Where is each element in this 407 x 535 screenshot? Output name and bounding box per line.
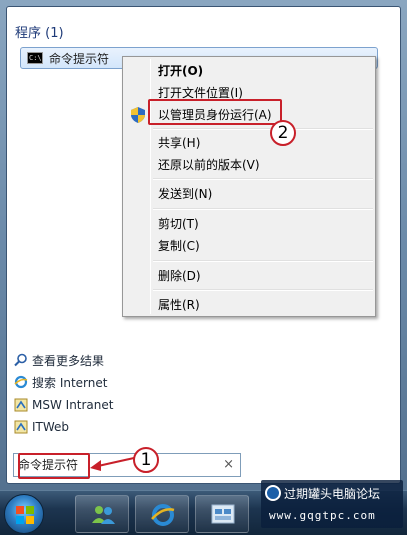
intranet-icon (14, 398, 28, 412)
link-msw-intranet[interactable]: MSW Intranet (14, 396, 113, 414)
watermark-title: 过期罐头电脑论坛 (284, 487, 381, 501)
people-icon (92, 506, 115, 524)
menu-separator (153, 260, 373, 262)
forum-logo-icon (265, 485, 281, 501)
context-menu: 打开(O) 打开文件位置(I) 以管理员身份运行(A) 共享(H) 还原以前的版… (122, 56, 376, 317)
link-label: MSW Intranet (32, 398, 114, 412)
link-label: 查看更多结果 (32, 353, 105, 368)
callout-2: 2 (270, 120, 296, 146)
menu-item-label: 打开(O) (158, 64, 204, 78)
menu-item-open[interactable]: 打开(O) (125, 60, 373, 82)
taskbar-app-button[interactable] (195, 495, 249, 533)
web-icon (14, 420, 28, 434)
highlight-run-as-admin (148, 99, 282, 125)
link-label: 搜索 Internet (32, 375, 108, 390)
menu-separator (153, 289, 373, 291)
menu-item-label: 发送到(N) (158, 187, 213, 201)
menu-item-cut[interactable]: 剪切(T) (125, 213, 373, 235)
arrow-pointer-icon (90, 457, 135, 471)
search-icon (14, 353, 27, 367)
link-see-more-results[interactable]: 查看更多结果 (14, 351, 104, 369)
ie-icon (14, 375, 28, 389)
menu-separator (153, 208, 373, 210)
menu-item-label: 打开文件位置(I) (158, 86, 243, 100)
result-label: 命令提示符 (49, 51, 110, 66)
menu-item-label: 删除(D) (158, 269, 201, 283)
cmd-icon: C:\ (27, 52, 43, 64)
menu-item-delete[interactable]: 删除(D) (125, 265, 373, 287)
link-search-internet[interactable]: 搜索 Internet (14, 373, 107, 391)
windows-logo-icon (16, 506, 34, 524)
watermark: 过期罐头电脑论坛 www.gqgtpc.com (261, 480, 403, 528)
menu-item-label: 复制(C) (158, 239, 200, 253)
menu-separator (153, 128, 373, 130)
menu-item-label: 还原以前的版本(V) (158, 158, 260, 172)
highlight-search-text (18, 453, 90, 479)
link-label: ITWeb (32, 420, 70, 434)
menu-item-restore-versions[interactable]: 还原以前的版本(V) (125, 154, 373, 176)
menu-item-send-to[interactable]: 发送到(N) (125, 183, 373, 205)
menu-item-share[interactable]: 共享(H) (125, 132, 373, 154)
watermark-url: www.gqgtpc.com (269, 509, 376, 522)
menu-item-properties[interactable]: 属性(R) (125, 294, 373, 316)
programs-header: 程序 (1) (15, 26, 64, 41)
menu-item-label: 剪切(T) (158, 217, 199, 231)
window-icon (211, 504, 235, 524)
link-itweb[interactable]: ITWeb (14, 418, 69, 436)
taskbar-ie-button[interactable] (135, 495, 189, 533)
menu-item-label: 属性(R) (158, 298, 200, 312)
clear-search-icon[interactable]: × (223, 454, 234, 476)
menu-separator (153, 178, 373, 180)
menu-item-copy[interactable]: 复制(C) (125, 235, 373, 257)
taskbar-messenger-button[interactable] (75, 495, 129, 533)
callout-1: 1 (133, 447, 159, 473)
ie-icon (151, 504, 175, 526)
menu-item-label: 共享(H) (158, 136, 201, 150)
start-button[interactable] (4, 494, 44, 534)
uac-shield-icon (131, 107, 145, 123)
